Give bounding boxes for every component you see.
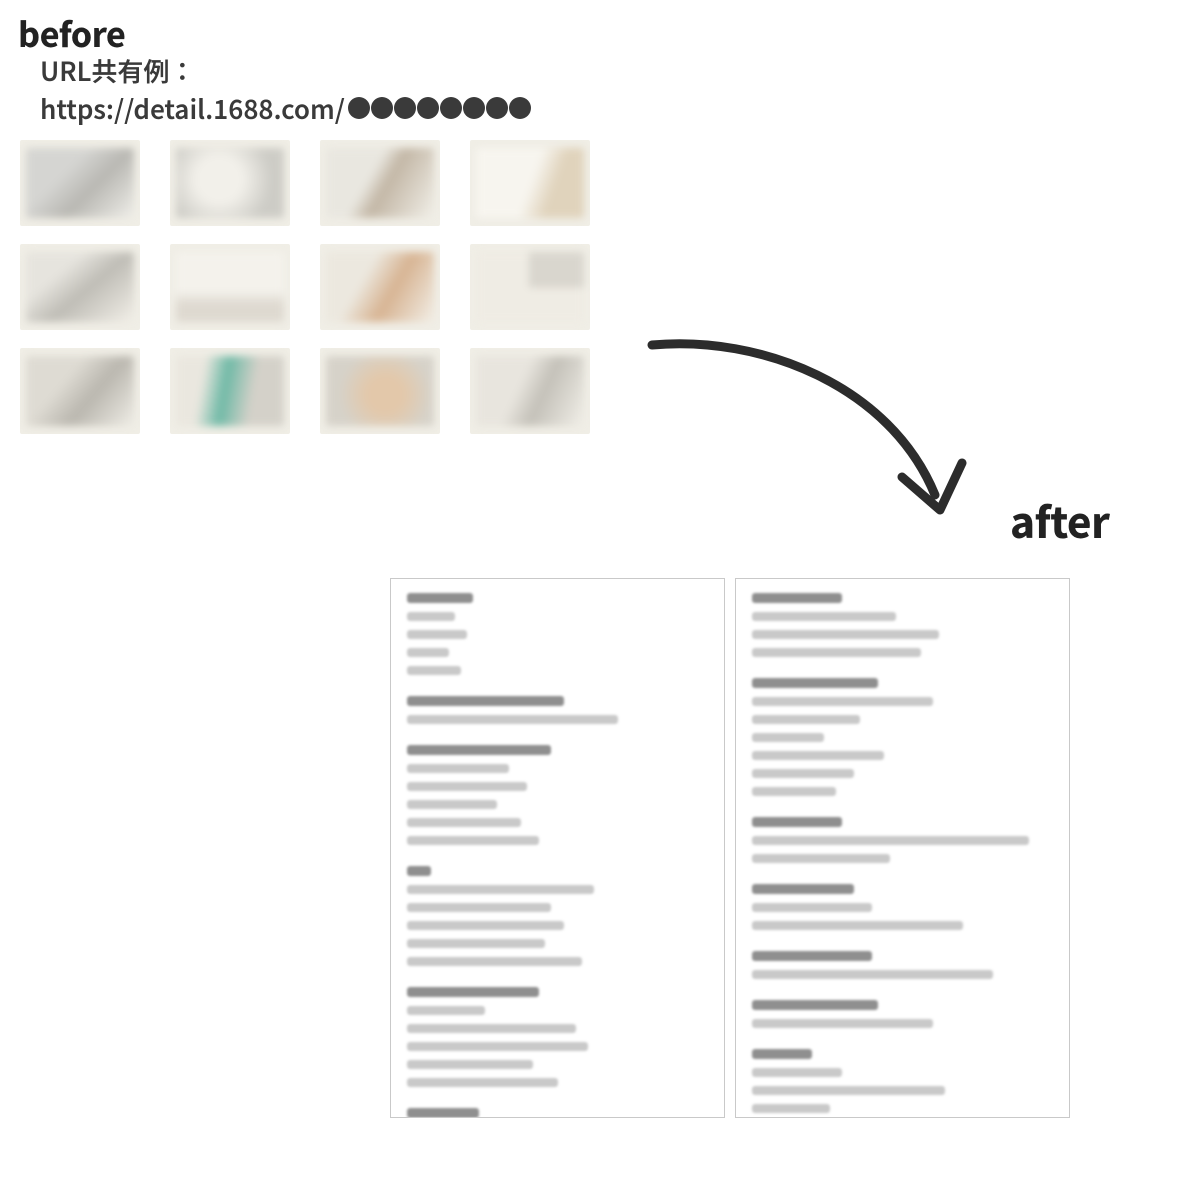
thumbnail bbox=[20, 140, 140, 226]
blurred-text-line bbox=[407, 696, 564, 706]
blurred-text-line bbox=[752, 854, 890, 863]
thumbnail bbox=[470, 140, 590, 226]
url-masked-dots bbox=[347, 90, 531, 128]
blurred-text-line bbox=[407, 745, 551, 755]
blurred-text-line bbox=[752, 1019, 933, 1028]
blurred-text-line bbox=[407, 818, 521, 827]
blurred-text-line bbox=[752, 715, 860, 724]
blurred-text-line bbox=[407, 921, 564, 930]
blurred-text-line bbox=[407, 764, 509, 773]
blurred-text-line bbox=[752, 1000, 878, 1010]
blurred-text-line bbox=[752, 769, 854, 778]
blurred-text-line bbox=[752, 751, 884, 760]
blurred-text-line bbox=[407, 987, 539, 997]
blurred-text-line bbox=[407, 666, 461, 675]
thumbnail bbox=[20, 348, 140, 434]
after-label: after bbox=[1010, 490, 1109, 551]
blurred-text-line bbox=[407, 593, 473, 603]
thumbnail bbox=[470, 244, 590, 330]
blurred-text-line bbox=[407, 1024, 576, 1033]
blurred-text-line bbox=[407, 939, 545, 948]
result-panel-left bbox=[390, 578, 725, 1118]
blurred-text-line bbox=[752, 836, 1029, 845]
blurred-text-line bbox=[752, 648, 921, 657]
masked-dot bbox=[463, 97, 485, 119]
blurred-text-line bbox=[752, 884, 854, 894]
masked-dot bbox=[509, 97, 531, 119]
url-line: https://detail.1688.com/ bbox=[40, 90, 531, 128]
blurred-text-line bbox=[752, 1086, 945, 1095]
thumbnail bbox=[170, 348, 290, 434]
masked-dot bbox=[417, 97, 439, 119]
blurred-text-line bbox=[752, 787, 836, 796]
blurred-text-line bbox=[407, 1042, 588, 1051]
url-share-example: URL共有例： https://detail.1688.com/ bbox=[40, 52, 531, 127]
blurred-text-line bbox=[752, 970, 993, 979]
masked-dot bbox=[348, 97, 370, 119]
blurred-text-line bbox=[752, 630, 939, 639]
before-thumbnail-grid bbox=[20, 140, 590, 434]
blurred-text-line bbox=[752, 1104, 830, 1113]
blurred-text-line bbox=[752, 817, 842, 827]
blurred-text-line bbox=[407, 903, 551, 912]
blurred-text-line bbox=[407, 1060, 533, 1069]
thumbnail bbox=[320, 348, 440, 434]
blurred-text-line bbox=[752, 1068, 842, 1077]
masked-dot bbox=[394, 97, 416, 119]
blurred-text-line bbox=[407, 836, 539, 845]
blurred-text-line bbox=[752, 678, 878, 688]
url-heading: URL共有例： bbox=[40, 52, 531, 90]
thumbnail bbox=[20, 244, 140, 330]
blurred-text-line bbox=[752, 1049, 812, 1059]
blurred-text-line bbox=[407, 866, 431, 876]
masked-dot bbox=[371, 97, 393, 119]
masked-dot bbox=[486, 97, 508, 119]
blurred-text-line bbox=[752, 903, 872, 912]
after-panels bbox=[390, 578, 1070, 1118]
url-prefix: https://detail.1688.com/ bbox=[40, 90, 345, 128]
thumbnail bbox=[320, 140, 440, 226]
result-panel-right bbox=[735, 578, 1070, 1118]
arrow-icon bbox=[640, 325, 980, 555]
blurred-text-line bbox=[407, 782, 527, 791]
masked-dot bbox=[440, 97, 462, 119]
blurred-text-line bbox=[407, 715, 618, 724]
blurred-text-line bbox=[752, 593, 842, 603]
blurred-text-line bbox=[752, 697, 933, 706]
thumbnail bbox=[320, 244, 440, 330]
blurred-text-line bbox=[407, 800, 497, 809]
blurred-text-line bbox=[407, 630, 467, 639]
before-label: before bbox=[18, 8, 125, 57]
blurred-text-line bbox=[407, 1006, 485, 1015]
blurred-text-line bbox=[407, 612, 455, 621]
blurred-text-line bbox=[407, 957, 582, 966]
thumbnail bbox=[470, 348, 590, 434]
thumbnail bbox=[170, 140, 290, 226]
blurred-text-line bbox=[752, 612, 896, 621]
blurred-text-line bbox=[407, 1108, 479, 1118]
blurred-text-line bbox=[407, 1078, 558, 1087]
blurred-text-line bbox=[752, 921, 963, 930]
blurred-text-line bbox=[752, 951, 872, 961]
blurred-text-line bbox=[752, 733, 824, 742]
thumbnail bbox=[170, 244, 290, 330]
blurred-text-line bbox=[407, 648, 449, 657]
blurred-text-line bbox=[407, 885, 594, 894]
